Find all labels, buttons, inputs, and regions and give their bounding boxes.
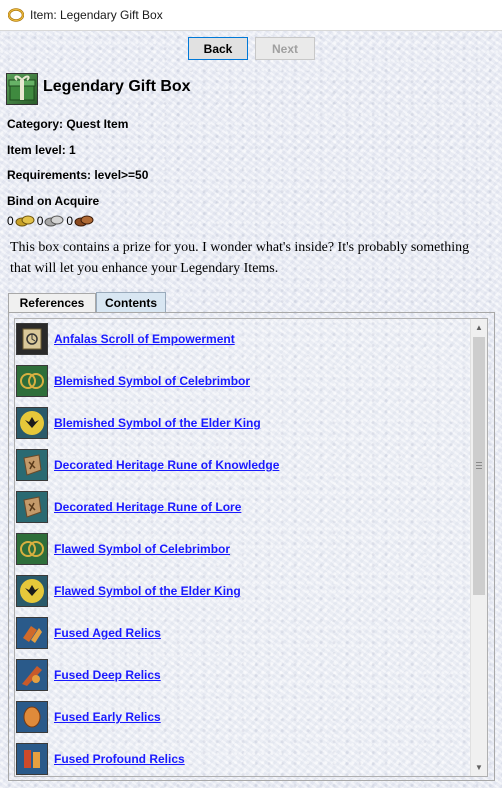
contents-link[interactable]: Blemished Symbol of Celebrimbor: [54, 374, 250, 388]
contents-link[interactable]: Fused Deep Relics: [54, 668, 161, 682]
list-item: Fused Aged Relics: [15, 613, 471, 655]
heritage-rune-icon: [16, 491, 48, 523]
elder-king-symbol-icon: [16, 575, 48, 607]
relics-icon: [16, 743, 48, 775]
celebrimbor-symbol-icon: [16, 533, 48, 565]
list-item: Blemished Symbol of Celebrimbor: [15, 361, 471, 403]
celebrimbor-symbol-icon: [16, 365, 48, 397]
back-button[interactable]: Back: [188, 37, 248, 60]
list-item: Fused Profound Relics: [15, 739, 471, 776]
contents-scrollbar[interactable]: ▲ ▼: [470, 319, 487, 776]
list-item: Decorated Heritage Rune of Knowledge: [15, 445, 471, 487]
silver-amount: 0: [36, 214, 44, 228]
contents-link[interactable]: Blemished Symbol of the Elder King: [54, 416, 261, 430]
relics-icon: [16, 701, 48, 733]
scroll-down-icon[interactable]: ▼: [471, 759, 487, 776]
relics-icon: [16, 659, 48, 691]
scrollbar-thumb[interactable]: [473, 337, 485, 595]
copper-amount: 0: [66, 214, 74, 228]
item-category: Category: Quest Item: [7, 117, 129, 131]
item-value: 0 0 0: [7, 213, 96, 229]
list-item: Flawed Symbol of Celebrimbor: [15, 529, 471, 571]
window-titlebar: Item: Legendary Gift Box: [0, 0, 502, 31]
item-binding: Bind on Acquire: [7, 194, 100, 208]
silver-coins-icon: [44, 215, 64, 227]
gold-amount: 0: [7, 214, 14, 228]
list-item: Blemished Symbol of the Elder King: [15, 403, 471, 445]
copper-coins-icon: [74, 215, 94, 227]
scroll-icon: [16, 323, 48, 355]
heritage-rune-icon: [16, 449, 48, 481]
next-button[interactable]: Next: [255, 37, 315, 60]
item-level: Item level: 1: [7, 143, 76, 157]
item-description: This box contains a prize for you. I won…: [10, 240, 470, 276]
item-details-pane: Back Next Legendary Gift Box Category: Q…: [0, 31, 502, 788]
elder-king-symbol-icon: [16, 407, 48, 439]
scroll-up-icon[interactable]: ▲: [471, 319, 487, 336]
contents-link[interactable]: Anfalas Scroll of Empowerment: [54, 332, 235, 346]
contents-link[interactable]: Flawed Symbol of the Elder King: [54, 584, 241, 598]
list-item: Flawed Symbol of the Elder King: [15, 571, 471, 613]
relics-icon: [16, 617, 48, 649]
ring-app-icon: [8, 8, 24, 22]
list-item: Fused Deep Relics: [15, 655, 471, 697]
contents-link[interactable]: Decorated Heritage Rune of Knowledge: [54, 458, 279, 472]
list-item: Fused Early Relics: [15, 697, 471, 739]
gift-box-icon: [6, 73, 38, 105]
contents-link[interactable]: Fused Aged Relics: [54, 626, 161, 640]
grip-icon: [476, 462, 482, 469]
contents-list: Anfalas Scroll of Empowerment Blemished …: [14, 318, 488, 777]
tab-references[interactable]: References: [8, 293, 96, 312]
list-item: Decorated Heritage Rune of Lore: [15, 487, 471, 529]
contents-link[interactable]: Fused Early Relics: [54, 710, 161, 724]
contents-link[interactable]: Fused Profound Relics: [54, 752, 185, 766]
list-item: Anfalas Scroll of Empowerment: [15, 319, 471, 361]
tab-contents[interactable]: Contents: [96, 292, 166, 312]
contents-link[interactable]: Decorated Heritage Rune of Lore: [54, 500, 241, 514]
window-title: Item: Legendary Gift Box: [30, 8, 163, 22]
contents-panel: Anfalas Scroll of Empowerment Blemished …: [8, 312, 495, 781]
contents-link[interactable]: Flawed Symbol of Celebrimbor: [54, 542, 230, 556]
item-name: Legendary Gift Box: [43, 78, 191, 95]
item-requirements: Requirements: level>=50: [7, 168, 149, 182]
gold-coins-icon: [15, 215, 35, 227]
